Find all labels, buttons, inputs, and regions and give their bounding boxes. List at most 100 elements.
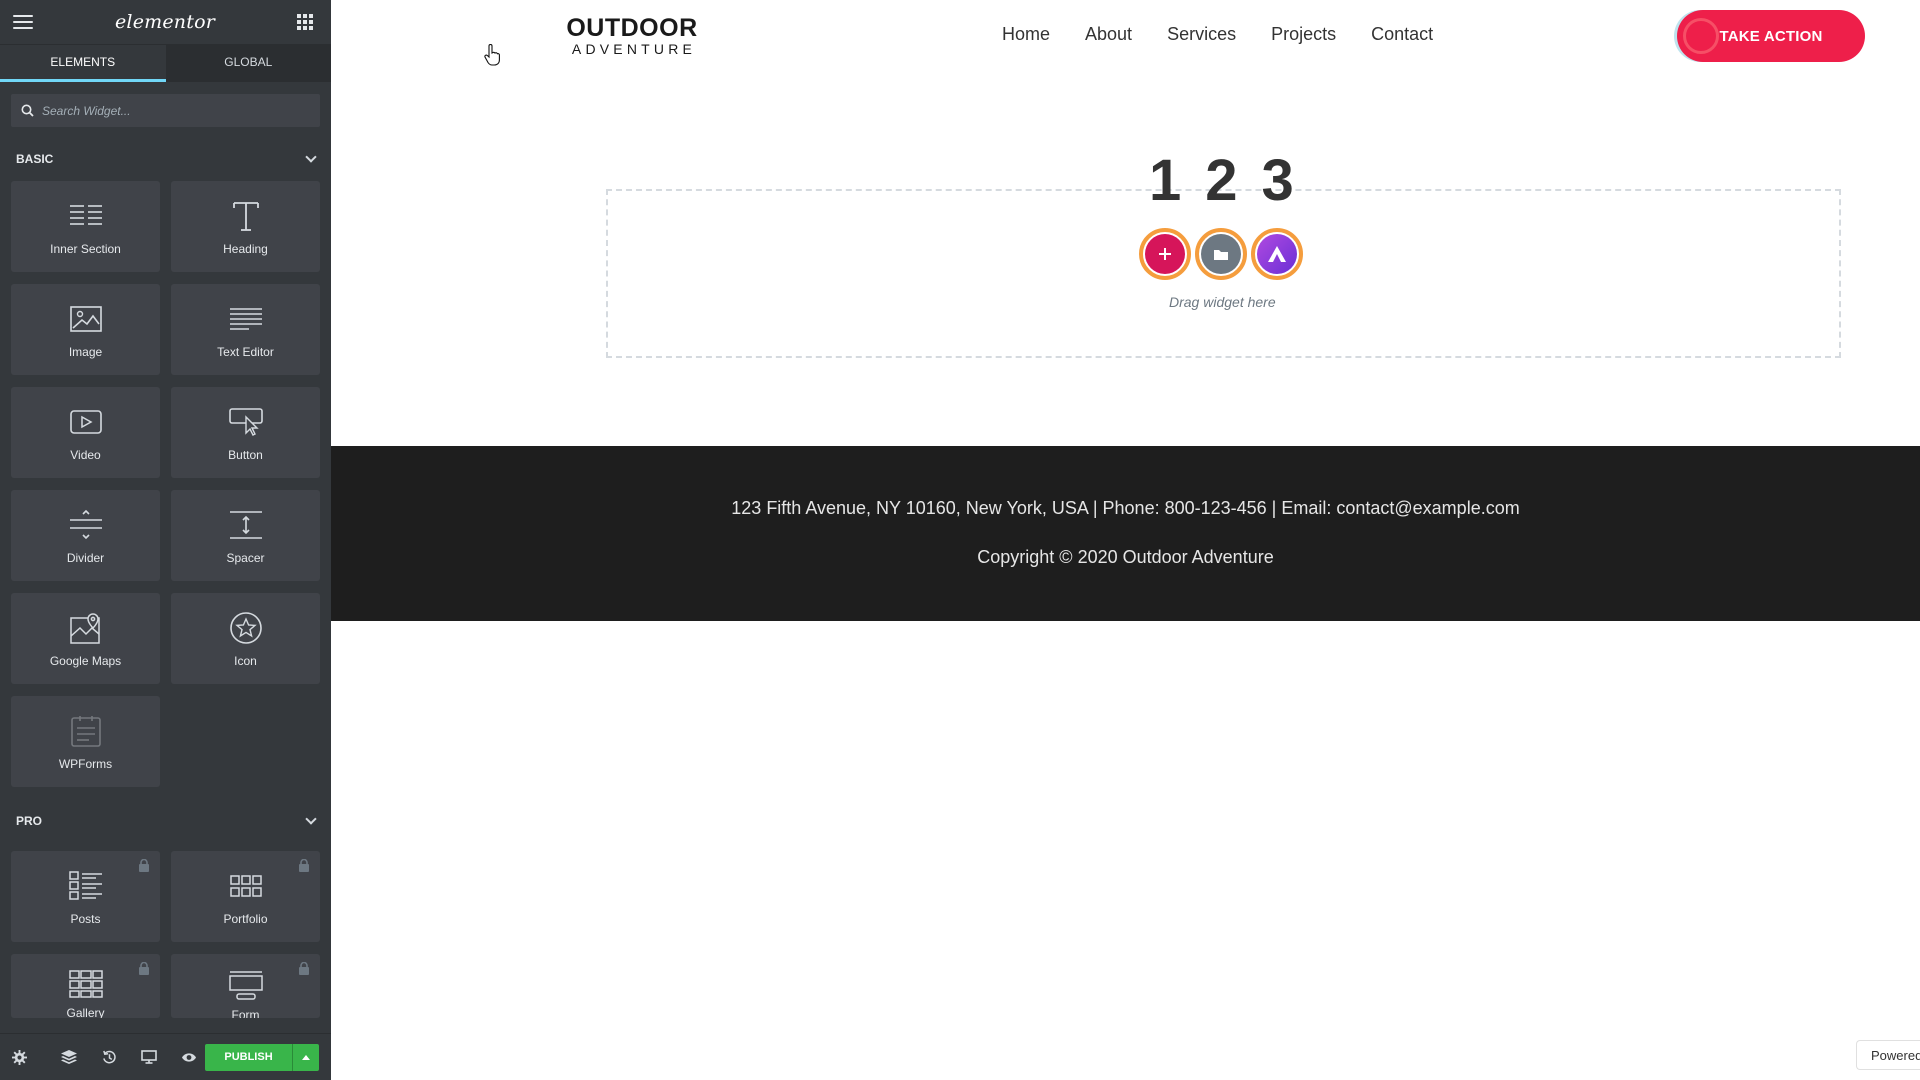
site-footer: 123 Fifth Avenue, NY 10160, New York, US… xyxy=(331,446,1920,621)
star-icon xyxy=(229,610,263,646)
apps-grid-icon[interactable] xyxy=(297,14,313,30)
panel-header: elementor xyxy=(0,0,331,45)
lock-icon xyxy=(139,962,149,975)
publish-button[interactable]: PUBLISH xyxy=(205,1043,292,1071)
powered-badge[interactable]: Powered xyxy=(1856,1040,1920,1070)
menu-hamburger-icon[interactable] xyxy=(13,15,33,29)
widget-icon[interactable]: Icon xyxy=(171,593,320,684)
widget-text-editor[interactable]: Text Editor xyxy=(171,284,320,375)
widget-label: Image xyxy=(68,344,103,359)
footer-copyright: Copyright © 2020 Outdoor Adventure xyxy=(977,547,1274,567)
video-icon xyxy=(69,404,102,440)
search-icon xyxy=(21,104,34,117)
gallery-icon xyxy=(68,970,103,998)
lock-icon xyxy=(139,859,149,872)
astra-templates-button[interactable] xyxy=(1251,228,1303,280)
nav-services[interactable]: Services xyxy=(1167,24,1236,45)
step-number: 3 xyxy=(1261,148,1296,213)
pro-widgets-grid: Posts Portfolio Gallery Form xyxy=(0,851,331,1018)
widget-spacer[interactable]: Spacer xyxy=(171,490,320,581)
widget-label: Form xyxy=(231,1008,260,1018)
tab-global[interactable]: GLOBAL xyxy=(166,45,332,82)
chevron-down-icon xyxy=(305,151,317,163)
hand-cursor-icon xyxy=(484,44,500,71)
widget-posts[interactable]: Posts xyxy=(11,851,160,942)
widget-button[interactable]: Button xyxy=(171,387,320,478)
site-header: OUTDOOR ADVENTURE Home About Services Pr… xyxy=(331,0,1920,75)
basic-widgets-grid: Inner Section Heading Image Text Editor xyxy=(0,181,331,787)
nav-projects[interactable]: Projects xyxy=(1271,24,1336,45)
folder-icon xyxy=(1201,234,1241,274)
widget-label: Button xyxy=(228,447,263,462)
widget-label: Icon xyxy=(234,653,257,668)
step-number: 1 xyxy=(1149,148,1184,213)
widget-divider[interactable]: Divider xyxy=(11,490,160,581)
add-section-buttons xyxy=(1139,228,1303,280)
panel-tabs: ELEMENTS GLOBAL xyxy=(0,45,331,82)
panel-footer: PUBLISH xyxy=(0,1033,331,1080)
add-template-button[interactable] xyxy=(1195,228,1247,280)
widget-label: Portfolio xyxy=(223,911,268,926)
posts-icon xyxy=(68,868,103,904)
nav-home[interactable]: Home xyxy=(1002,24,1050,45)
widget-label: Text Editor xyxy=(217,344,274,359)
widget-heading[interactable]: Heading xyxy=(171,181,320,272)
responsive-icon[interactable] xyxy=(129,1034,169,1080)
lock-icon xyxy=(299,962,309,975)
search-input[interactable] xyxy=(42,103,292,118)
widget-label: Divider xyxy=(66,550,105,565)
category-pro[interactable]: PRO xyxy=(0,799,331,843)
ghost-circle-overlay xyxy=(1683,18,1719,54)
widget-portfolio[interactable]: Portfolio xyxy=(171,851,320,942)
widget-label: Heading xyxy=(223,241,268,256)
image-icon xyxy=(69,301,102,337)
button-icon xyxy=(228,404,263,440)
widget-label: Google Maps xyxy=(49,653,122,668)
divider-icon xyxy=(69,507,103,543)
category-pro-label: PRO xyxy=(16,814,43,828)
preview-eye-icon[interactable] xyxy=(169,1034,209,1080)
search-wrapper xyxy=(0,82,331,137)
text-editor-icon xyxy=(229,301,263,337)
widget-wpforms[interactable]: WPForms xyxy=(11,696,160,787)
site-logo[interactable]: OUTDOOR ADVENTURE xyxy=(562,15,702,57)
publish-options-caret-icon[interactable] xyxy=(292,1043,319,1071)
tab-elements[interactable]: ELEMENTS xyxy=(0,45,166,82)
site-logo-line2: ADVENTURE xyxy=(571,41,697,57)
wpforms-icon xyxy=(70,713,101,749)
widget-label: Video xyxy=(70,447,101,462)
chevron-down-icon xyxy=(305,813,317,825)
spacer-icon xyxy=(229,507,263,543)
portfolio-icon xyxy=(229,868,262,904)
publish-group: PUBLISH xyxy=(205,1043,319,1071)
widget-form[interactable]: Form xyxy=(171,954,320,1018)
widget-label: Spacer xyxy=(226,550,265,565)
nav-about[interactable]: About xyxy=(1085,24,1132,45)
widget-label: Inner Section xyxy=(50,241,121,256)
elementor-panel: elementor ELEMENTS GLOBAL BASIC Inner Se… xyxy=(0,0,331,1080)
widget-google-maps[interactable]: Google Maps xyxy=(11,593,160,684)
add-new-section-button[interactable] xyxy=(1139,228,1191,280)
inner-section-icon xyxy=(69,198,103,234)
site-logo-line1: OUTDOOR xyxy=(566,14,698,42)
widget-label: WPForms xyxy=(58,756,113,771)
navigator-icon[interactable] xyxy=(50,1034,90,1080)
main-nav: Home About Services Projects Contact xyxy=(1002,24,1468,45)
widget-gallery[interactable]: Gallery xyxy=(11,954,160,1018)
history-icon[interactable] xyxy=(89,1034,129,1080)
nav-contact[interactable]: Contact xyxy=(1371,24,1433,45)
widget-video[interactable]: Video xyxy=(11,387,160,478)
elementor-logo: elementor xyxy=(114,11,216,33)
widget-image[interactable]: Image xyxy=(11,284,160,375)
step-numbers: 1 2 3 xyxy=(1149,147,1296,214)
heading-icon xyxy=(229,198,263,234)
widget-label: Posts xyxy=(70,911,101,926)
form-icon xyxy=(228,970,263,1000)
plus-icon xyxy=(1145,234,1185,274)
step-number: 2 xyxy=(1205,148,1240,213)
settings-icon[interactable] xyxy=(12,1034,28,1080)
drag-widget-hint: Drag widget here xyxy=(1169,294,1276,310)
category-basic[interactable]: BASIC xyxy=(0,137,331,181)
widget-inner-section[interactable]: Inner Section xyxy=(11,181,160,272)
google-maps-icon xyxy=(69,610,102,646)
